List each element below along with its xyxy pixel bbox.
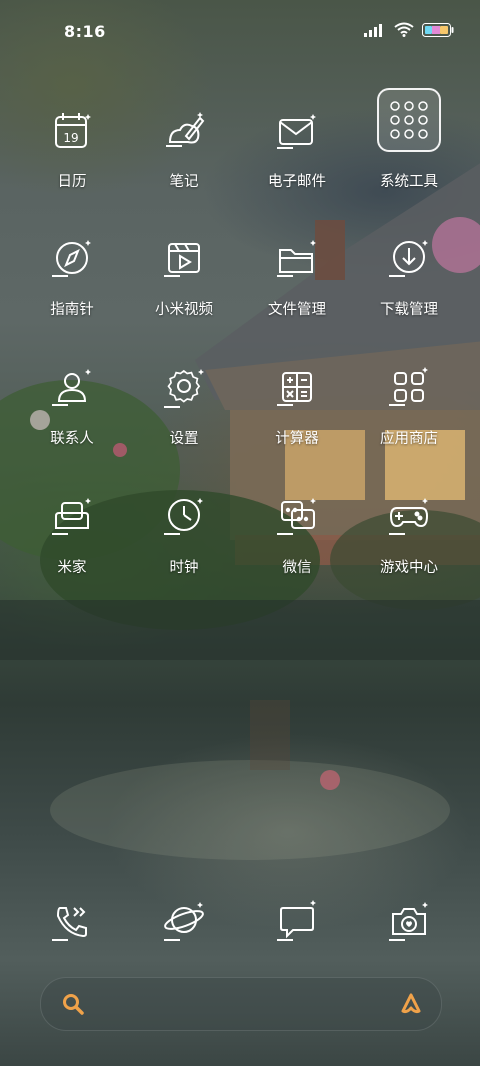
app-file-manager[interactable]: 文件管理 bbox=[242, 228, 352, 338]
app-label: 指南针 bbox=[50, 302, 94, 318]
compass-icon bbox=[40, 228, 104, 292]
app-label: 应用商店 bbox=[380, 431, 438, 447]
messages-icon bbox=[265, 890, 329, 954]
app-label: 计算器 bbox=[275, 431, 319, 447]
calculator-icon bbox=[265, 357, 329, 421]
phone-icon bbox=[40, 890, 104, 954]
app-label: 笔记 bbox=[169, 174, 199, 190]
app-label: 时钟 bbox=[169, 560, 199, 576]
app-contacts[interactable]: 联系人 bbox=[17, 357, 127, 467]
camera-icon bbox=[377, 890, 441, 954]
wifi-icon bbox=[394, 22, 414, 37]
app-app-store[interactable]: 应用商店 bbox=[354, 357, 464, 467]
folder-icon bbox=[377, 88, 441, 152]
app-label: 小米视频 bbox=[155, 302, 213, 318]
app-clock[interactable]: 时钟 bbox=[129, 486, 239, 596]
dock-phone[interactable] bbox=[17, 890, 127, 954]
app-settings[interactable]: 设置 bbox=[129, 357, 239, 467]
app-label: 文件管理 bbox=[268, 302, 326, 318]
clock-icon bbox=[152, 486, 216, 550]
app-email[interactable]: 电子邮件 bbox=[242, 100, 352, 210]
app-folder-system-tools[interactable]: 系统工具 bbox=[354, 88, 464, 210]
battery-icon bbox=[422, 22, 454, 37]
app-label: 系统工具 bbox=[380, 174, 438, 190]
app-label: 日历 bbox=[57, 174, 87, 190]
search-icon[interactable] bbox=[61, 992, 85, 1016]
app-notes[interactable]: 笔记 bbox=[129, 100, 239, 210]
app-label: 游戏中心 bbox=[380, 560, 438, 576]
dock-camera[interactable] bbox=[354, 890, 464, 954]
app-store-icon bbox=[377, 357, 441, 421]
app-label: 联系人 bbox=[50, 431, 94, 447]
app-label: 下载管理 bbox=[380, 302, 438, 318]
app-label: 米家 bbox=[57, 560, 87, 576]
contacts-icon bbox=[40, 357, 104, 421]
app-compass[interactable]: 指南针 bbox=[17, 228, 127, 338]
assistant-icon[interactable] bbox=[399, 992, 423, 1016]
app-label: 设置 bbox=[169, 431, 199, 447]
app-wechat[interactable]: 微信 bbox=[242, 486, 352, 596]
app-download-manager[interactable]: 下载管理 bbox=[354, 228, 464, 338]
status-bar: 8:16 bbox=[0, 0, 480, 62]
search-bar[interactable] bbox=[40, 977, 442, 1031]
app-video[interactable]: 小米视频 bbox=[129, 228, 239, 338]
email-icon bbox=[265, 100, 329, 164]
svg-text:19: 19 bbox=[63, 131, 78, 145]
app-calendar[interactable]: 19 日历 bbox=[17, 100, 127, 210]
calendar-icon: 19 bbox=[40, 100, 104, 164]
status-time: 8:16 bbox=[64, 22, 106, 41]
settings-icon bbox=[152, 357, 216, 421]
app-label: 微信 bbox=[282, 560, 312, 576]
wechat-icon bbox=[265, 486, 329, 550]
dock-messages[interactable] bbox=[242, 890, 352, 954]
cellular-signal-icon bbox=[364, 23, 386, 37]
file-manager-icon bbox=[265, 228, 329, 292]
notes-icon bbox=[152, 100, 216, 164]
app-calculator[interactable]: 计算器 bbox=[242, 357, 352, 467]
dock-browser[interactable] bbox=[129, 890, 239, 954]
status-icons bbox=[364, 22, 454, 37]
mijia-icon bbox=[40, 486, 104, 550]
app-game-center[interactable]: 游戏中心 bbox=[354, 486, 464, 596]
gamepad-icon bbox=[377, 486, 441, 550]
app-label: 电子邮件 bbox=[268, 174, 326, 190]
video-icon bbox=[152, 228, 216, 292]
browser-icon bbox=[152, 890, 216, 954]
app-mijia[interactable]: 米家 bbox=[17, 486, 127, 596]
download-icon bbox=[377, 228, 441, 292]
